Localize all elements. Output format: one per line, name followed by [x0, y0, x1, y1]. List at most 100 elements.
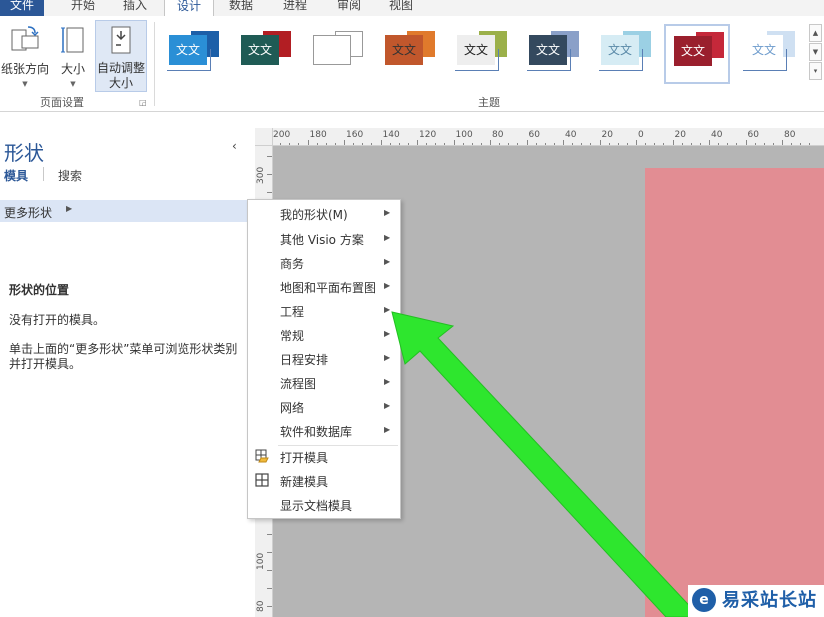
menu-item[interactable]: 软件和数据库 ▶ — [248, 418, 400, 442]
menu-item[interactable]: 日程安排 ▶ — [248, 346, 400, 370]
tab-file[interactable]: 文件 — [0, 0, 44, 16]
gallery-down-icon[interactable]: ▼ — [809, 43, 822, 61]
ruler-label: 40 — [565, 130, 577, 140]
tab-process[interactable]: 进程 — [270, 0, 320, 16]
shape-location-heading: 形状的位置 — [9, 283, 70, 297]
theme-item[interactable]: 文文 — [304, 24, 370, 84]
menu-item-label: 显示文档模具 — [280, 499, 353, 513]
ruler-label: 140 — [382, 130, 400, 140]
theme-sample-text: 文文 — [601, 35, 639, 65]
ribbon-tab-bar: 文件 开始 插入 设计 数据 进程 审阅 视图 — [0, 0, 824, 16]
menu-item[interactable]: 我的形状(M) ▶ — [248, 201, 400, 225]
theme-item[interactable]: 文文 — [376, 24, 442, 84]
page-size-icon — [61, 27, 84, 53]
shapes-pane: 形状 ‹ 模具 搜索 更多形状 ▶ 形状的位置 没有打开的模具。 单击上面的“更… — [0, 113, 255, 617]
chevron-down-icon: ▼ — [22, 80, 28, 88]
gallery-up-icon[interactable]: ▲ — [809, 24, 822, 42]
page-setup-group-label: 页面设置 — [40, 96, 84, 109]
menu-item-label: 我的形状(M) — [280, 208, 348, 222]
size-button[interactable]: 大小 ▼ — [52, 20, 94, 92]
theme-item[interactable]: 文文 — [520, 24, 586, 84]
ruler-label: 160 — [346, 130, 364, 140]
menu-item-label: 日程安排 — [280, 353, 329, 367]
menu-item[interactable]: 流程图 ▶ — [248, 370, 400, 394]
theme-sample-text: 文文 — [674, 36, 712, 66]
ruler-label: 80 — [256, 600, 266, 612]
auto-size-button[interactable]: 自动调整 大小 — [95, 20, 147, 92]
dialog-launcher-icon[interactable]: ◲ — [139, 98, 147, 107]
chevron-left-icon[interactable]: ‹ — [232, 139, 237, 153]
tab-search[interactable]: 搜索 — [58, 167, 82, 184]
ruler-label: 40 — [711, 130, 723, 140]
watermark-text: 易采站长站 — [722, 590, 817, 611]
theme-item[interactable]: 文文 — [736, 24, 802, 84]
tab-design[interactable]: 设计 — [164, 0, 214, 16]
ruler-label: 180 — [309, 130, 327, 140]
menu-item-label: 新建模具 — [280, 475, 329, 489]
menu-item[interactable]: 打开模具 — [248, 444, 400, 468]
theme-item[interactable]: 文文 — [592, 24, 658, 84]
ruler-label: 80 — [784, 130, 796, 140]
themes-group-label: 主题 — [478, 96, 500, 109]
menu-item-label: 软件和数据库 — [280, 425, 353, 439]
chevron-right-icon: ▶ — [66, 204, 73, 213]
menu-separator — [278, 445, 398, 446]
new-stencil-icon — [255, 473, 269, 487]
menu-item[interactable]: 工程 ▶ — [248, 298, 400, 322]
ruler-label: 100 — [256, 552, 266, 570]
submenu-arrow-icon: ▶ — [384, 233, 391, 242]
menu-item[interactable]: 网络 ▶ — [248, 394, 400, 418]
tab-insert[interactable]: 插入 — [110, 0, 160, 16]
theme-sample-text: 文文 — [385, 35, 423, 65]
menu-item[interactable]: 地图和平面布置图 ▶ — [248, 274, 400, 298]
submenu-arrow-icon: ▶ — [384, 208, 391, 217]
menu-item[interactable]: 其他 Visio 方案 ▶ — [248, 226, 400, 250]
menu-item[interactable]: 商务 ▶ — [248, 250, 400, 274]
menu-item-label: 常规 — [280, 329, 305, 343]
ruler-label: 0 — [638, 130, 644, 140]
auto-size-icon — [111, 26, 131, 54]
theme-sample-text: 文文 — [529, 35, 567, 65]
more-shapes-button[interactable]: 更多形状 ▶ — [0, 200, 255, 222]
theme-sample-text: 文文 — [457, 35, 495, 65]
site-logo-icon: e — [692, 588, 716, 612]
menu-item[interactable]: 新建模具 — [248, 468, 400, 492]
menu-item-label: 工程 — [280, 305, 305, 319]
drawing-page[interactable] — [645, 168, 824, 617]
menu-item[interactable]: 显示文档模具 — [248, 492, 400, 516]
horizontal-ruler[interactable]: 200 180 160 140 120 100 80 60 40 20 0 20 40 60 80 — [273, 128, 824, 146]
watermark: e 易采站长站 — [688, 585, 824, 617]
page-orientation-icon — [11, 26, 39, 51]
ruler-label: 200 — [273, 130, 291, 140]
tab-stencils[interactable]: 模具 — [4, 167, 28, 184]
theme-item[interactable]: 文文 — [160, 24, 226, 84]
theme-item[interactable]: 文文 — [232, 24, 298, 84]
ribbon: 纸张方向 ▼ 大小 ▼ 自动调整 大小 页面设置 ◲ 文文 文文 文文 文文 文文 文文 文… — [0, 16, 824, 112]
open-stencil-icon — [255, 449, 269, 463]
ruler-label: 120 — [419, 130, 437, 140]
theme-sample-text: 文文 — [745, 35, 783, 65]
auto-size-label-line1: 自动调整 — [96, 61, 145, 75]
menu-item-label: 打开模具 — [280, 451, 329, 465]
theme-sample-text: 文文 — [313, 35, 351, 65]
ruler-label: 80 — [492, 130, 504, 140]
orientation-label: 纸张方向 — [0, 62, 49, 76]
tab-view[interactable]: 视图 — [376, 0, 426, 16]
tab-home[interactable]: 开始 — [58, 0, 108, 16]
menu-item-label: 网络 — [280, 401, 305, 415]
theme-item[interactable]: 文文 — [664, 24, 730, 84]
tab-data[interactable]: 数据 — [216, 0, 266, 16]
menu-item[interactable]: 常规 ▶ — [248, 322, 400, 346]
ruler-corner — [255, 128, 273, 146]
menu-item-label: 商务 — [280, 257, 305, 271]
tab-review[interactable]: 审阅 — [324, 0, 374, 16]
group-divider — [154, 22, 155, 106]
theme-item[interactable]: 文文 — [448, 24, 514, 84]
menu-item-label: 其他 Visio 方案 — [280, 233, 364, 247]
gallery-more-icon[interactable]: ▾ — [809, 62, 822, 80]
ruler-label: 60 — [747, 130, 759, 140]
orientation-button[interactable]: 纸张方向 ▼ — [0, 20, 50, 92]
theme-sample-text: 文文 — [169, 35, 207, 65]
menu-item-label: 流程图 — [280, 377, 317, 391]
submenu-arrow-icon: ▶ — [384, 401, 391, 410]
